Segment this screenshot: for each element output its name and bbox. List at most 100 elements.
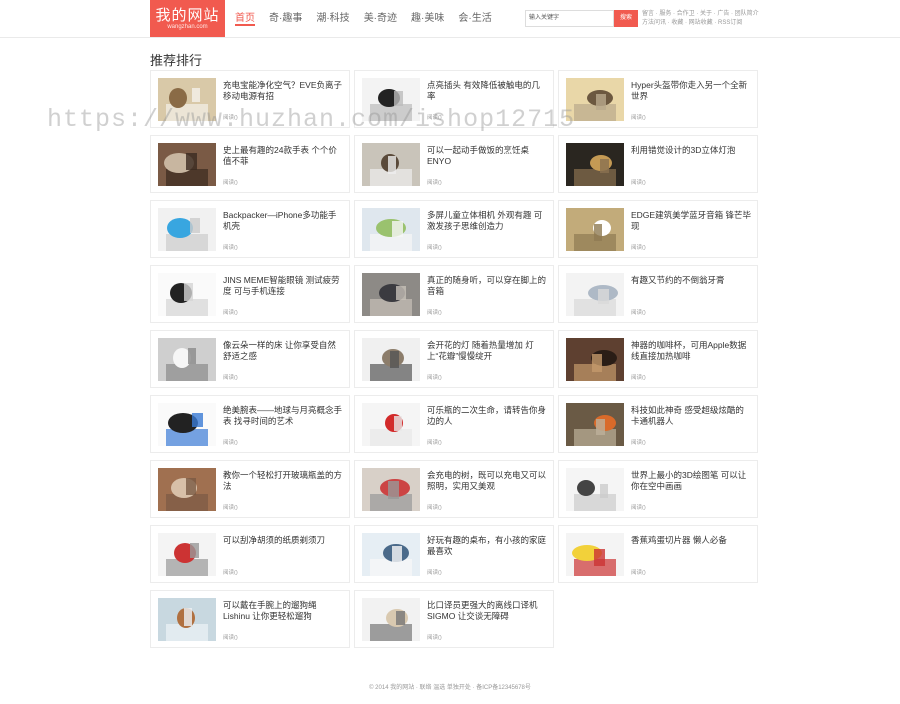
- article-card[interactable]: 像云朵一样的床 让你享受自然舒适之感 阅读(): [150, 330, 350, 388]
- top-links-row-1[interactable]: 留言 · 服务 · 合作卫 · 关于 · 广告 · 团队简介: [642, 10, 762, 19]
- article-card[interactable]: 利用错觉设计的3D立体灯泡 阅读(): [558, 135, 758, 193]
- article-title[interactable]: 像云朵一样的床 让你享受自然舒适之感: [223, 340, 343, 362]
- air-purifier-thumbnail[interactable]: [158, 78, 216, 121]
- plug-thumbnail[interactable]: [362, 78, 420, 121]
- article-title[interactable]: 会开花的灯 随着热量增加 灯上“花瓣”慢慢绽开: [427, 340, 547, 362]
- vr-helmet-thumbnail[interactable]: [566, 78, 624, 121]
- article-title[interactable]: 科技如此神奇 感受超级炫酷的卡通机器人: [631, 405, 751, 427]
- article-card[interactable]: 绝美腕表——地球与月亮概念手表 找寻时间的艺术 阅读(): [150, 395, 350, 453]
- article-card[interactable]: 可乐瓶的二次生命，请转告你身边的人 阅读(): [354, 395, 554, 453]
- article-card[interactable]: 可以一起动手做饭的烹饪桌ENYO 阅读(): [354, 135, 554, 193]
- read-count[interactable]: 阅读(): [223, 568, 238, 576]
- article-title[interactable]: 充电宝能净化空气？EVE负离子移动电源有招: [223, 80, 343, 102]
- read-count[interactable]: 阅读(): [631, 503, 646, 511]
- nav-life[interactable]: 会·生活: [458, 0, 491, 37]
- watch-thumbnail[interactable]: [158, 143, 216, 186]
- read-count[interactable]: 阅读(): [427, 503, 442, 511]
- read-count[interactable]: 阅读(): [631, 308, 646, 316]
- cloud-bed-thumbnail[interactable]: [158, 338, 216, 381]
- article-card[interactable]: 神器的咖啡杯，可用Apple数据线直接加热咖啡 阅读(): [558, 330, 758, 388]
- article-title[interactable]: 利用错觉设计的3D立体灯泡: [631, 145, 751, 156]
- jar-opener-thumbnail[interactable]: [158, 468, 216, 511]
- article-card[interactable]: Backpacker—iPhone多功能手机壳 阅读(): [150, 200, 350, 258]
- article-card[interactable]: 好玩有趣的桌布，有小孩的家庭最喜欢 阅读(): [354, 525, 554, 583]
- speaker-thumbnail[interactable]: [566, 208, 624, 251]
- dog-leash-thumbnail[interactable]: [158, 598, 216, 641]
- read-count[interactable]: 阅读(): [427, 633, 442, 641]
- glasses-thumbnail[interactable]: [158, 273, 216, 316]
- article-title[interactable]: 好玩有趣的桌布，有小孩的家庭最喜欢: [427, 535, 547, 557]
- cooking-table-thumbnail[interactable]: [362, 143, 420, 186]
- article-card[interactable]: 真正的随身听，可以穿在脚上的音箱 阅读(): [354, 265, 554, 323]
- read-count[interactable]: 阅读(): [427, 373, 442, 381]
- nav-wonder[interactable]: 美·奇迹: [364, 0, 397, 37]
- read-count[interactable]: 阅读(): [223, 308, 238, 316]
- read-count[interactable]: 阅读(): [223, 243, 238, 251]
- nav-home[interactable]: 首页: [235, 0, 255, 26]
- article-title[interactable]: 教你一个轻松打开玻璃瓶盖的方法: [223, 470, 343, 492]
- read-count[interactable]: 阅读(): [223, 438, 238, 446]
- read-count[interactable]: 阅读(): [427, 243, 442, 251]
- article-title[interactable]: 会充电的树，既可以充电又可以照明，实用又美观: [427, 470, 547, 492]
- read-count[interactable]: 阅读(): [223, 178, 238, 186]
- article-title[interactable]: 有趣又节约的不倒翁牙膏: [631, 275, 751, 286]
- article-card[interactable]: 可以戴在手腕上的遛狗绳 Lishinu 让你更轻松遛狗 阅读(): [150, 590, 350, 648]
- read-count[interactable]: 阅读(): [631, 373, 646, 381]
- article-title[interactable]: 世界上最小的3D绘图笔 可以让你在空中画画: [631, 470, 751, 492]
- article-card[interactable]: 可以刮净胡须的纸质剃须刀 阅读(): [150, 525, 350, 583]
- read-count[interactable]: 阅读(): [631, 178, 646, 186]
- article-card[interactable]: 科技如此神奇 感受超级炫酷的卡通机器人 阅读(): [558, 395, 758, 453]
- top-links-row-2[interactable]: 方法问讯 · 收藏 · 网站收藏 · RSS订阅: [642, 19, 762, 28]
- article-title[interactable]: JINS MEME智能眼镜 测试疲劳度 可与手机连接: [223, 275, 343, 297]
- article-title[interactable]: 点亮插头 有效降低被触电的几率: [427, 80, 547, 102]
- shoes-thumbnail[interactable]: [362, 273, 420, 316]
- search-button[interactable]: 搜索: [614, 10, 638, 27]
- phone-case-thumbnail[interactable]: [158, 208, 216, 251]
- cola-bottle-thumbnail[interactable]: [362, 403, 420, 446]
- article-title[interactable]: Backpacker—iPhone多功能手机壳: [223, 210, 343, 232]
- article-card[interactable]: 多屏儿童立体相机 外观有趣 可激发孩子思维创造力 阅读(): [354, 200, 554, 258]
- article-card[interactable]: 世界上最小的3D绘图笔 可以让你在空中画画 阅读(): [558, 460, 758, 518]
- article-title[interactable]: 多屏儿童立体相机 外观有趣 可激发孩子思维创造力: [427, 210, 547, 232]
- article-card[interactable]: EDGE建筑美学蓝牙音箱 锋芒毕现 阅读(): [558, 200, 758, 258]
- flower-lamp-thumbnail[interactable]: [362, 338, 420, 381]
- nav-tech[interactable]: 潮·科技: [316, 0, 349, 37]
- tablecloth-thumbnail[interactable]: [362, 533, 420, 576]
- article-card[interactable]: 会开花的灯 随着热量增加 灯上“花瓣”慢慢绽开 阅读(): [354, 330, 554, 388]
- article-card[interactable]: 教你一个轻松打开玻璃瓶盖的方法 阅读(): [150, 460, 350, 518]
- robot-thumbnail[interactable]: [566, 403, 624, 446]
- read-count[interactable]: 阅读(): [427, 568, 442, 576]
- read-count[interactable]: 阅读(): [223, 633, 238, 641]
- nav-food[interactable]: 趣·美味: [411, 0, 444, 37]
- egg-slicer-thumbnail[interactable]: [566, 533, 624, 576]
- article-card[interactable]: 会充电的树，既可以充电又可以照明，实用又美观 阅读(): [354, 460, 554, 518]
- site-logo[interactable]: 我的网站 wangzhan.com: [150, 0, 225, 37]
- translator-thumbnail[interactable]: [362, 598, 420, 641]
- read-count[interactable]: 阅读(): [427, 308, 442, 316]
- article-card[interactable]: 有趣又节约的不倒翁牙膏 阅读(): [558, 265, 758, 323]
- article-title[interactable]: Hyper头盔带你走入另一个全新世界: [631, 80, 751, 102]
- article-title[interactable]: 比口译员更强大的离线口译机 SIGMO 让交谈无障碍: [427, 600, 547, 622]
- article-title[interactable]: 可以戴在手腕上的遛狗绳 Lishinu 让你更轻松遛狗: [223, 600, 343, 622]
- article-card[interactable]: JINS MEME智能眼镜 测试疲劳度 可与手机连接 阅读(): [150, 265, 350, 323]
- article-title[interactable]: EDGE建筑美学蓝牙音箱 锋芒毕现: [631, 210, 751, 232]
- read-count[interactable]: 阅读(): [223, 503, 238, 511]
- toothpaste-thumbnail[interactable]: [566, 273, 624, 316]
- read-count[interactable]: 阅读(): [427, 178, 442, 186]
- article-title[interactable]: 神器的咖啡杯，可用Apple数据线直接加热咖啡: [631, 340, 751, 362]
- nav-fun[interactable]: 奇·趣事: [269, 0, 302, 37]
- article-card[interactable]: 比口译员更强大的离线口译机 SIGMO 让交谈无障碍 阅读(): [354, 590, 554, 648]
- article-title[interactable]: 史上最有趣的24款手表 个个价值不菲: [223, 145, 343, 167]
- article-title[interactable]: 香蕉鸡蛋切片器 懒人必备: [631, 535, 751, 546]
- article-title[interactable]: 真正的随身听，可以穿在脚上的音箱: [427, 275, 547, 297]
- article-card[interactable]: 香蕉鸡蛋切片器 懒人必备 阅读(): [558, 525, 758, 583]
- read-count[interactable]: 阅读(): [631, 568, 646, 576]
- article-card[interactable]: 充电宝能净化空气？EVE负离子移动电源有招 阅读(): [150, 70, 350, 128]
- kids-camera-thumbnail[interactable]: [362, 208, 420, 251]
- read-count[interactable]: 阅读(): [427, 438, 442, 446]
- coffee-cup-thumbnail[interactable]: [566, 338, 624, 381]
- paper-razor-thumbnail[interactable]: [158, 533, 216, 576]
- charging-tree-thumbnail[interactable]: [362, 468, 420, 511]
- article-title[interactable]: 可以一起动手做饭的烹饪桌ENYO: [427, 145, 547, 167]
- article-card[interactable]: 点亮插头 有效降低被触电的几率 阅读(): [354, 70, 554, 128]
